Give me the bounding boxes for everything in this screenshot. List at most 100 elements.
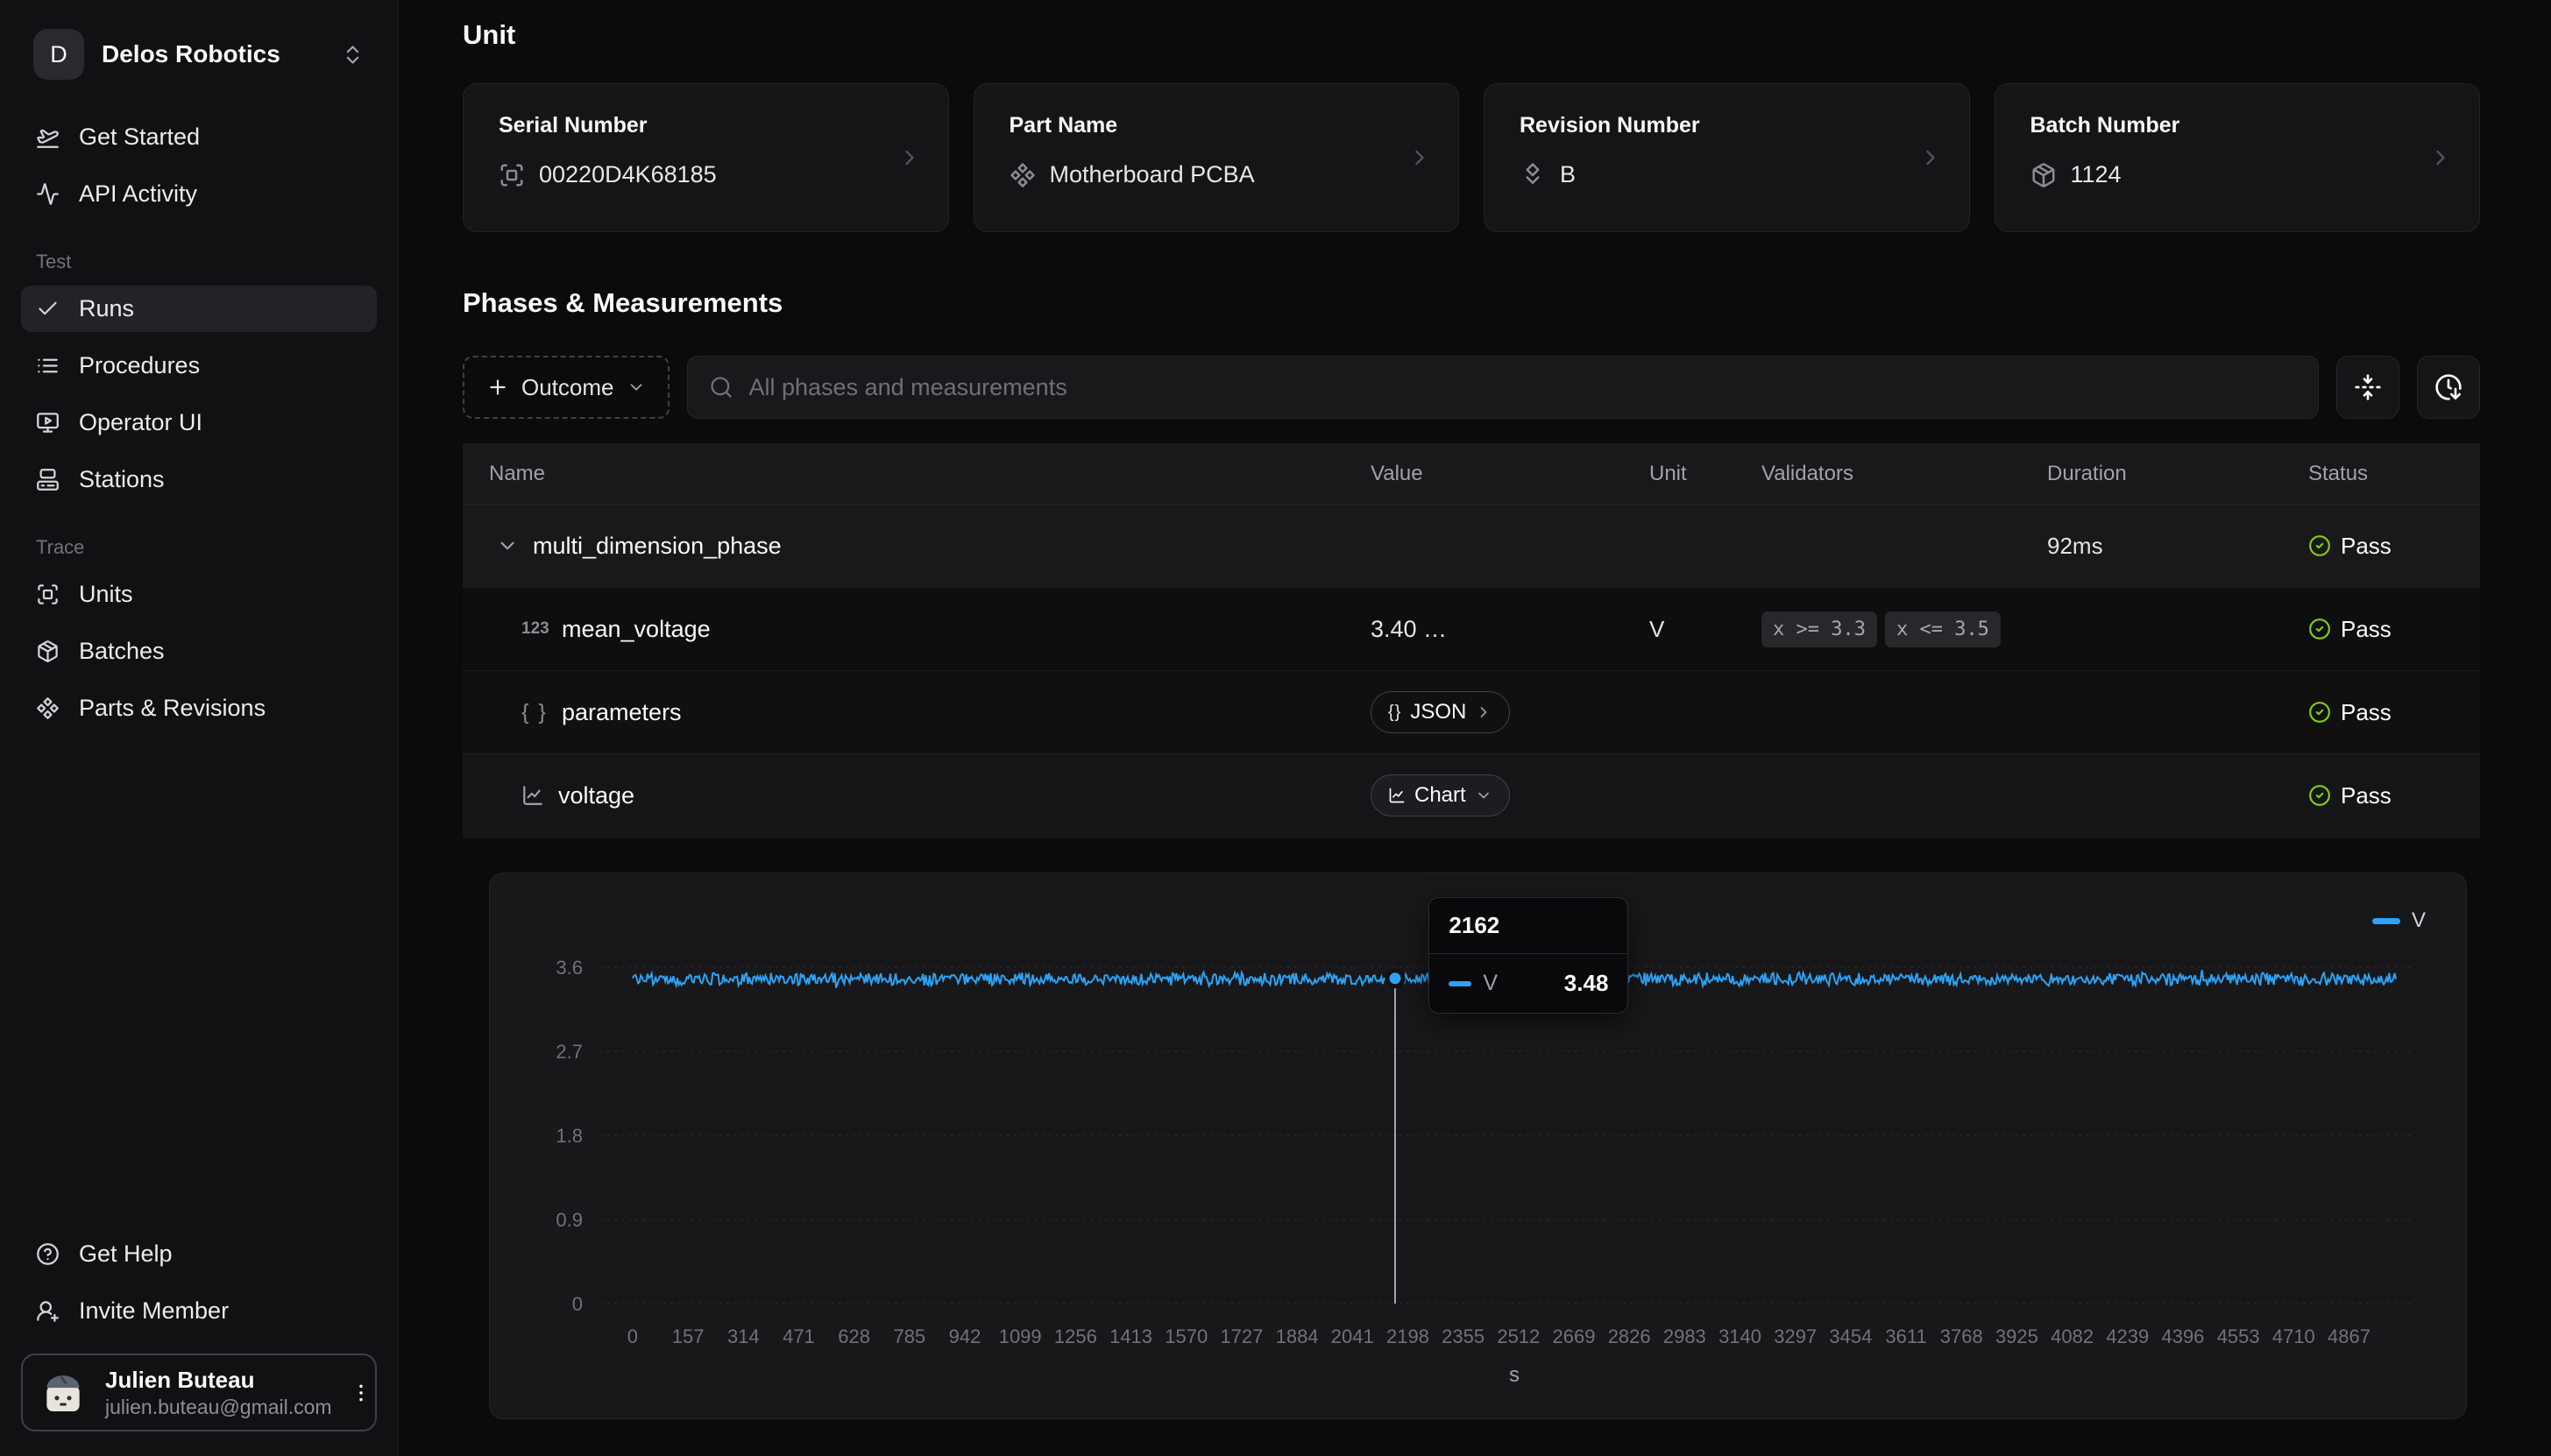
svg-text:157: 157 [672, 1325, 705, 1347]
unit-summary-cards: Serial Number 00220D4K68185 Part Name Mo… [463, 83, 2480, 232]
table-row-parameters: { } parameters {} JSON Pass [463, 671, 2480, 754]
validator-badge: x <= 3.5 [1885, 611, 2001, 647]
sidebar-item-label: Parts & Revisions [79, 695, 266, 722]
kebab-menu-icon[interactable] [350, 1382, 372, 1404]
sidebar-item-procedures[interactable]: Procedures [21, 343, 377, 389]
check-icon [36, 297, 60, 321]
sidebar-item-api-activity[interactable]: API Activity [21, 171, 377, 217]
svg-text:4396: 4396 [2162, 1325, 2205, 1347]
sidebar-item-operator-ui[interactable]: Operator UI [21, 399, 377, 446]
svg-text:3768: 3768 [1940, 1325, 1983, 1347]
svg-text:0: 0 [572, 1293, 583, 1315]
svg-text:314: 314 [727, 1325, 760, 1347]
sidebar-item-parts-revisions[interactable]: Parts & Revisions [21, 685, 377, 732]
json-value-badge[interactable]: {} JSON [1371, 691, 1510, 733]
chart-value-badge[interactable]: Chart [1371, 774, 1510, 816]
card-value: Motherboard PCBA [1050, 161, 1255, 188]
measurement-name: mean_voltage [562, 616, 711, 643]
serial-number-card[interactable]: Serial Number 00220D4K68185 [463, 83, 949, 232]
sidebar-item-get-help[interactable]: Get Help [21, 1231, 377, 1277]
sidebar-item-label: Operator UI [79, 409, 202, 436]
sidebar-item-label: Stations [79, 466, 165, 493]
page-title: Unit [463, 19, 2480, 51]
sidebar-item-runs[interactable]: Runs [21, 286, 377, 332]
status-label: Pass [2341, 616, 2392, 643]
svg-text:3.6: 3.6 [556, 957, 583, 979]
user-avatar [39, 1368, 88, 1417]
search-bar [687, 356, 2320, 419]
column-header-status: Status [2301, 462, 2481, 486]
sidebar-item-stations[interactable]: Stations [21, 456, 377, 503]
sidebar-item-label: Get Help [79, 1240, 173, 1268]
workspace-switcher[interactable]: D Delos Robotics [21, 26, 377, 82]
svg-text:3297: 3297 [1774, 1325, 1817, 1347]
history-button[interactable] [2417, 356, 2480, 419]
chevrons-up-down-icon [341, 43, 365, 67]
sidebar-item-invite-member[interactable]: Invite Member [21, 1288, 377, 1334]
sidebar-item-units[interactable]: Units [21, 571, 377, 618]
svg-text:2826: 2826 [1608, 1325, 1651, 1347]
component-icon [1010, 162, 1036, 188]
voltage-chart-panel: 00.91.82.73.6015731447162878594210991256… [489, 873, 2467, 1419]
sidebar: D Delos Robotics Get Started API Activit… [0, 0, 399, 1456]
revision-number-card[interactable]: Revision Number B [1484, 83, 1970, 232]
sidebar-item-label: Batches [79, 638, 165, 665]
user-plus-icon [36, 1299, 60, 1323]
sidebar-item-label: Runs [79, 295, 134, 322]
activity-icon [36, 182, 60, 206]
scan-icon [499, 162, 525, 188]
svg-text:1570: 1570 [1165, 1325, 1208, 1347]
svg-text:4239: 4239 [2106, 1325, 2149, 1347]
chart-legend-item[interactable]: V [2372, 908, 2426, 933]
svg-text:2983: 2983 [1663, 1325, 1706, 1347]
batch-number-card[interactable]: Batch Number 1124 [1995, 83, 2481, 232]
badge-label: JSON [1410, 700, 1466, 724]
status-label: Pass [2341, 782, 2392, 809]
circle-check-icon [2308, 701, 2331, 724]
status-cell: Pass [2301, 782, 2481, 809]
svg-text:4553: 4553 [2217, 1325, 2260, 1347]
search-icon [709, 375, 733, 399]
column-header-unit: Unit [1640, 462, 1749, 486]
svg-text:2355: 2355 [1442, 1325, 1485, 1347]
legend-series-swatch [2372, 918, 2400, 924]
svg-text:1884: 1884 [1276, 1325, 1319, 1347]
svg-text:2198: 2198 [1386, 1325, 1429, 1347]
card-label: Serial Number [499, 113, 913, 138]
fold-vertical-icon [2354, 373, 2382, 401]
card-label: Batch Number [2030, 113, 2445, 138]
computer-icon [36, 468, 60, 491]
outcome-filter-button[interactable]: Outcome [463, 356, 670, 419]
collapse-all-button[interactable] [2336, 356, 2399, 419]
svg-text:3611: 3611 [1885, 1325, 1926, 1347]
json-type-icon: { } [521, 700, 548, 725]
svg-text:785: 785 [893, 1325, 925, 1347]
table-row-phase[interactable]: multi_dimension_phase 92ms Pass [463, 505, 2480, 588]
legend-series-label: V [2412, 908, 2426, 933]
user-profile-card[interactable]: Julien Buteau julien.buteau@gmail.com [21, 1354, 377, 1431]
plane-takeoff-icon [36, 125, 60, 149]
workspace-avatar: D [33, 29, 84, 80]
monitor-play-icon [36, 411, 60, 435]
tooltip-x-value: 2162 [1429, 898, 1627, 954]
search-input[interactable] [749, 374, 2298, 401]
part-name-card[interactable]: Part Name Motherboard PCBA [974, 83, 1460, 232]
svg-text:s: s [1509, 1363, 1520, 1387]
column-header-name: Name [463, 462, 1368, 486]
validator-badge: x >= 3.3 [1761, 611, 1877, 647]
sidebar-item-get-started[interactable]: Get Started [21, 114, 377, 160]
svg-text:4082: 4082 [2051, 1325, 2094, 1347]
revision-diamond-icon [1520, 162, 1546, 188]
chevron-right-icon [1918, 145, 1943, 170]
svg-text:3454: 3454 [1829, 1325, 1872, 1347]
phases-toolbar: Outcome [463, 356, 2480, 419]
circle-check-icon [2308, 618, 2331, 640]
svg-text:3925: 3925 [1995, 1325, 2038, 1347]
sidebar-item-batches[interactable]: Batches [21, 628, 377, 675]
svg-text:2669: 2669 [1553, 1325, 1596, 1347]
svg-text:1256: 1256 [1054, 1325, 1097, 1347]
chevron-down-icon[interactable] [496, 534, 519, 557]
svg-text:628: 628 [838, 1325, 870, 1347]
card-label: Part Name [1010, 113, 1424, 138]
svg-text:0.9: 0.9 [556, 1209, 583, 1231]
